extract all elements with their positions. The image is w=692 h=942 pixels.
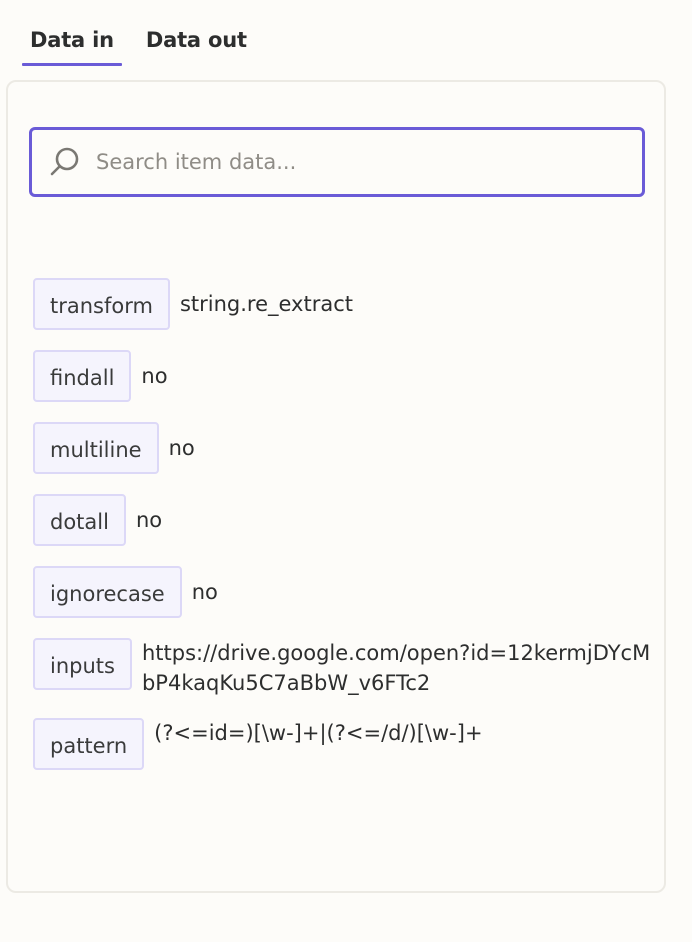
field-key-transform[interactable]: transform — [33, 278, 170, 330]
field-value-findall: no — [141, 364, 168, 388]
field-key-pattern[interactable]: pattern — [33, 718, 145, 770]
data-panel: transform string.re_extract findall no m… — [6, 80, 666, 893]
tab-data-in[interactable]: Data in — [22, 20, 122, 66]
search-icon — [50, 147, 79, 176]
field-value-multiline: no — [168, 436, 195, 460]
item-data-list: transform string.re_extract findall no m… — [33, 278, 653, 790]
field-key-findall[interactable]: findall — [33, 350, 132, 402]
field-value-dotall: no — [135, 508, 163, 532]
list-item: findall no — [33, 350, 653, 402]
field-key-multiline[interactable]: multiline — [33, 422, 159, 474]
field-key-ignorecase[interactable]: ignorecase — [33, 566, 182, 618]
tab-bar: Data in Data out — [22, 20, 255, 66]
field-key-inputs[interactable]: inputs — [33, 638, 132, 690]
field-value-transform: string.re_extract — [179, 292, 353, 316]
list-item: transform string.re_extract — [33, 278, 653, 330]
field-value-pattern: (?<=id=)[\w-]+|(?<=/d/)[\w-]+ — [154, 721, 483, 745]
list-item: multiline no — [33, 422, 653, 474]
search-input[interactable] — [96, 142, 642, 182]
search-box[interactable] — [29, 127, 645, 197]
field-value-inputs: https://drive.google.com/open?id=12kermj… — [141, 641, 651, 695]
field-key-dotall[interactable]: dotall — [33, 494, 126, 546]
list-item: dotall no — [33, 494, 653, 546]
list-item: pattern (?<=id=)[\w-]+|(?<=/d/)[\w-]+ — [33, 718, 653, 770]
list-item: ignorecase no — [33, 566, 653, 618]
field-value-ignorecase: no — [191, 580, 218, 604]
list-item: inputs https://drive.google.com/open?id=… — [33, 638, 653, 698]
tab-data-out[interactable]: Data out — [138, 20, 255, 66]
